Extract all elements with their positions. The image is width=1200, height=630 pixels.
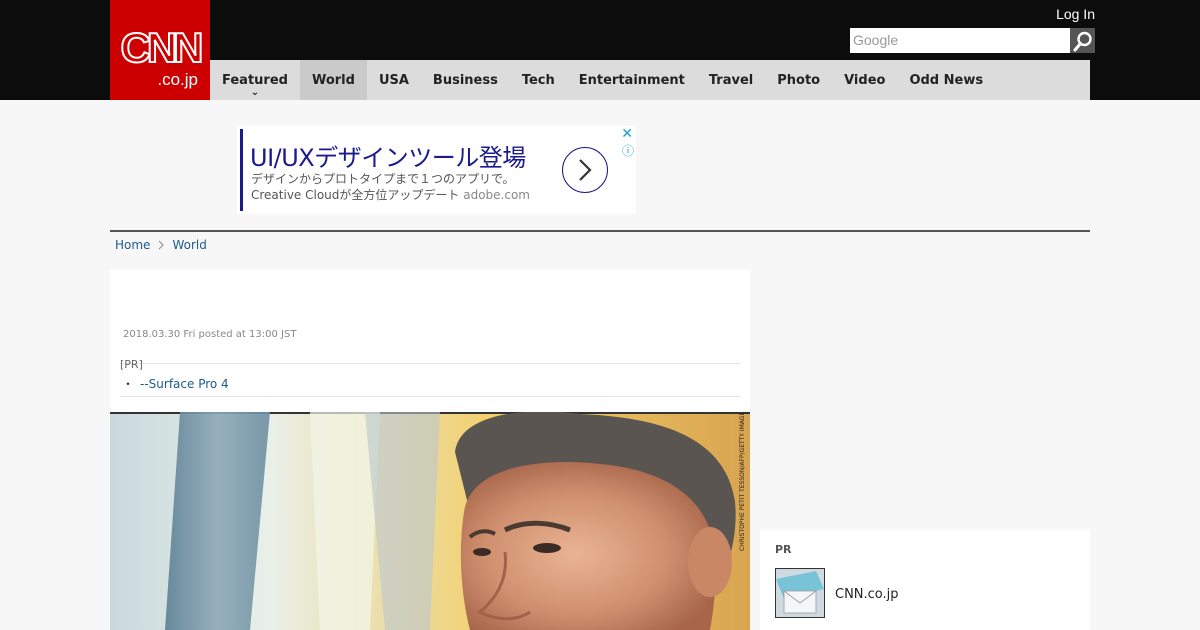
chevron-right-icon xyxy=(159,240,165,250)
pr-link-text[interactable]: --Surface Pro 4 xyxy=(140,377,229,391)
nav-world-label: World xyxy=(311,72,355,88)
login-link[interactable]: Log In xyxy=(1056,6,1095,22)
nav-entertainment[interactable]: Entertainment xyxy=(567,60,697,100)
breadcrumb-world[interactable]: World xyxy=(172,238,206,252)
pr-label: [PR] xyxy=(120,358,143,371)
pr-divider-bottom xyxy=(120,396,740,397)
chevron-down-icon: ⌄ xyxy=(250,87,260,98)
nav-entertainment-label: Entertainment xyxy=(578,72,685,88)
nav-world[interactable]: World xyxy=(299,60,367,100)
nav-photo-label: Photo xyxy=(777,72,821,88)
photo-image xyxy=(110,412,750,630)
chevron-right-icon xyxy=(579,159,592,181)
search-button[interactable] xyxy=(1070,28,1095,53)
breadcrumb: Home World xyxy=(115,238,207,252)
sidebar-pr-card[interactable]: PR CNN.co.jp xyxy=(760,530,1090,630)
close-icon[interactable]: ✕ xyxy=(621,126,633,142)
ad-accent-bar xyxy=(240,129,243,211)
ad-subline-text: Creative Cloudが全方位アップデート xyxy=(251,188,460,202)
ad-arrow-button[interactable] xyxy=(562,147,608,193)
ad-subline: Creative Cloudが全方位アップデート adobe.com xyxy=(251,186,530,203)
nav-photo[interactable]: Photo xyxy=(765,60,832,100)
photo-credit: CHRISTOPHE PETIT TESSON/AFP/GETTY IMAGES xyxy=(739,412,746,551)
article-card: 2018.03.30 Fri posted at 13:00 JST [PR] … xyxy=(110,270,750,630)
pr-thumbnail[interactable] xyxy=(775,568,825,618)
ad-description: デザインからプロトタイプまで１つのアプリで。 xyxy=(251,172,515,186)
nav-tech-label: Tech xyxy=(521,72,555,88)
cnn-logo[interactable]: CNN .co.jp xyxy=(110,0,210,100)
section-divider xyxy=(110,230,1090,232)
nav-usa[interactable]: USA xyxy=(367,60,421,100)
nav-video[interactable]: Video xyxy=(832,60,897,100)
nav-odd-news[interactable]: Odd News xyxy=(897,60,995,100)
ad-title[interactable]: UI/UXデザインツール登場 xyxy=(250,138,526,173)
envelope-icon xyxy=(776,569,824,617)
search-input[interactable]: Google xyxy=(850,28,1070,53)
breadcrumb-home[interactable]: Home xyxy=(115,238,150,252)
post-timestamp: 2018.03.30 Fri posted at 13:00 JST xyxy=(123,329,297,340)
nav-usa-label: USA xyxy=(378,72,409,88)
bullet-icon: ・ xyxy=(122,377,135,391)
ad-domain: adobe.com xyxy=(463,188,530,202)
nav-featured[interactable]: Featured ⌄ xyxy=(210,60,300,100)
info-icon[interactable]: ⓘ xyxy=(622,142,634,159)
main-nav: Featured ⌄ World USA Business Tech Enter… xyxy=(210,60,1090,100)
logo-cnn-text: CNN xyxy=(120,24,205,71)
nav-travel[interactable]: Travel xyxy=(697,60,765,100)
sidebar-pr-label: PR xyxy=(775,543,792,556)
nav-business-label: Business xyxy=(432,72,498,88)
nav-video-label: Video xyxy=(844,72,886,88)
nav-business[interactable]: Business xyxy=(421,60,510,100)
nav-odd-news-label: Odd News xyxy=(909,72,984,88)
pr-item-text[interactable]: CNN.co.jp xyxy=(835,587,899,602)
pr-link-item[interactable]: ・ --Surface Pro 4 xyxy=(122,375,229,392)
article-photo: CHRISTOPHE PETIT TESSON/AFP/GETTY IMAGES xyxy=(110,412,750,630)
logo-domain-text: .co.jp xyxy=(157,70,198,89)
nav-travel-label: Travel xyxy=(708,72,754,88)
pr-divider-top xyxy=(120,363,740,364)
ad-banner[interactable]: UI/UXデザインツール登場 デザインからプロトタイプまで１つのアプリで。 Cr… xyxy=(237,126,636,214)
search-icon xyxy=(1073,31,1092,51)
nav-featured-label: Featured xyxy=(222,72,288,88)
nav-tech[interactable]: Tech xyxy=(510,60,567,100)
